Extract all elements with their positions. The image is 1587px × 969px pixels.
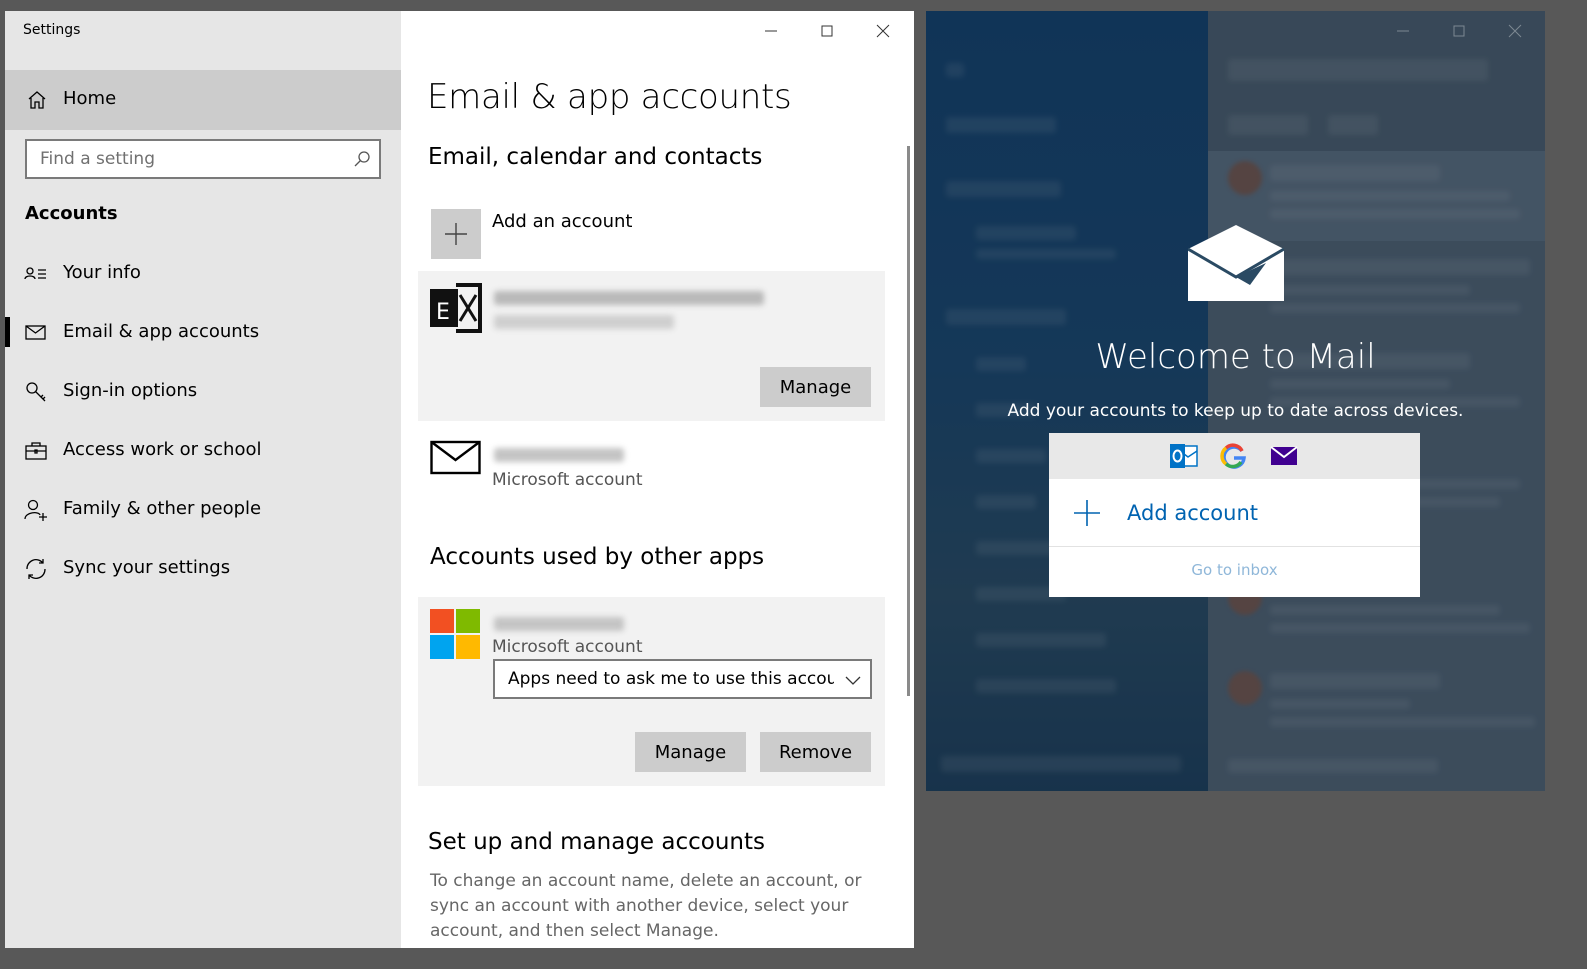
remove-button[interactable]: Remove bbox=[760, 732, 871, 772]
close-icon[interactable] bbox=[1500, 19, 1530, 43]
google-icon bbox=[1220, 443, 1246, 469]
sidebar-item-label: Email & app accounts bbox=[63, 321, 260, 342]
sidebar-item-sync-settings[interactable]: Sync your settings bbox=[5, 543, 401, 595]
exchange-account-card[interactable]: E Manage bbox=[418, 271, 885, 421]
key-icon bbox=[26, 382, 46, 402]
section-accounts-other-apps: Accounts used by other apps bbox=[430, 544, 765, 570]
sidebar-item-your-info[interactable]: Your info bbox=[5, 248, 401, 300]
welcome-subtitle: Add your accounts to keep up to date acr… bbox=[1007, 401, 1464, 421]
redacted-email bbox=[494, 291, 764, 305]
active-indicator bbox=[5, 317, 10, 347]
settings-sidebar: Settings Home Find a setting Accounts Yo… bbox=[5, 11, 401, 948]
sidebar-item-label: Family & other people bbox=[63, 498, 262, 519]
sync-icon bbox=[26, 559, 46, 579]
provider-strip bbox=[1049, 433, 1420, 479]
manage-button[interactable]: Manage bbox=[760, 367, 871, 407]
account-type-label: Microsoft account bbox=[492, 637, 643, 657]
briefcase-icon bbox=[25, 442, 47, 460]
window-title: Settings bbox=[23, 22, 81, 38]
redacted-email bbox=[494, 617, 624, 631]
search-icon[interactable] bbox=[353, 150, 371, 168]
setup-description: To change an account name, delete an acc… bbox=[430, 871, 862, 941]
mail-window: Welcome to Mail Add your accounts to kee… bbox=[926, 11, 1545, 791]
dropdown-value: Apps need to ask me to use this accoun bbox=[508, 669, 834, 689]
minimize-icon[interactable] bbox=[756, 19, 786, 43]
search-placeholder: Find a setting bbox=[40, 149, 155, 169]
envelope-icon bbox=[25, 325, 46, 340]
svg-text:E: E bbox=[436, 300, 450, 325]
plus-icon bbox=[445, 223, 467, 245]
envelope-icon bbox=[430, 440, 481, 475]
nav-home[interactable]: Home bbox=[5, 70, 401, 130]
sidebar-item-sign-in-options[interactable]: Sign-in options bbox=[5, 366, 401, 418]
go-to-inbox-link[interactable]: Go to inbox bbox=[1049, 561, 1420, 579]
sidebar-item-email-app-accounts[interactable]: Email & app accounts bbox=[5, 307, 401, 359]
sidebar-item-label: Access work or school bbox=[63, 439, 262, 460]
sidebar-item-family-other-people[interactable]: Family & other people bbox=[5, 484, 401, 536]
add-account-button[interactable] bbox=[431, 209, 481, 259]
exchange-icon: E bbox=[430, 283, 482, 333]
search-input[interactable]: Find a setting bbox=[25, 139, 381, 179]
person-add-icon bbox=[24, 499, 47, 521]
outlook-icon bbox=[1170, 444, 1198, 468]
sidebar-item-label: Your info bbox=[63, 262, 141, 283]
add-account-card: Add account Go to inbox bbox=[1049, 433, 1420, 597]
sidebar-item-access-work-school[interactable]: Access work or school bbox=[5, 425, 401, 477]
close-icon[interactable] bbox=[868, 19, 898, 43]
section-setup-manage: Set up and manage accounts bbox=[428, 829, 765, 855]
mail-app-icon bbox=[1188, 225, 1284, 301]
page-title: Email & app accounts bbox=[427, 77, 792, 117]
scrollbar[interactable] bbox=[907, 146, 910, 696]
accounts-heading: Accounts bbox=[25, 203, 118, 224]
maximize-icon[interactable] bbox=[1444, 19, 1474, 43]
add-account-row[interactable]: Add account bbox=[1049, 479, 1420, 547]
microsoft-email-account[interactable]: Microsoft account bbox=[418, 426, 885, 506]
redacted-account-name bbox=[494, 315, 674, 329]
sidebar-item-label: Sync your settings bbox=[63, 557, 231, 578]
minimize-icon[interactable] bbox=[1388, 19, 1418, 43]
manage-button[interactable]: Manage bbox=[635, 732, 746, 772]
contact-card-icon bbox=[24, 267, 46, 280]
maximize-icon[interactable] bbox=[812, 19, 842, 43]
plus-icon bbox=[1074, 500, 1100, 526]
nav-home-label: Home bbox=[63, 88, 117, 109]
home-icon bbox=[28, 91, 46, 109]
account-type-label: Microsoft account bbox=[492, 470, 643, 490]
redacted-email bbox=[494, 448, 624, 462]
yahoo-mail-icon bbox=[1270, 446, 1298, 465]
add-account-label[interactable]: Add an account bbox=[492, 211, 632, 232]
settings-content: Email & app accounts Email, calendar and… bbox=[401, 11, 914, 948]
section-email-calendar-contacts: Email, calendar and contacts bbox=[428, 144, 763, 170]
settings-window: Settings Home Find a setting Accounts Yo… bbox=[5, 11, 914, 948]
sidebar-item-label: Sign-in options bbox=[63, 380, 198, 401]
app-permission-dropdown[interactable]: Apps need to ask me to use this accoun bbox=[493, 659, 872, 699]
welcome-title: Welcome to Mail bbox=[1095, 337, 1376, 377]
chevron-down-icon bbox=[845, 676, 861, 685]
add-account-label: Add account bbox=[1127, 501, 1258, 525]
microsoft-logo-icon bbox=[430, 609, 480, 659]
